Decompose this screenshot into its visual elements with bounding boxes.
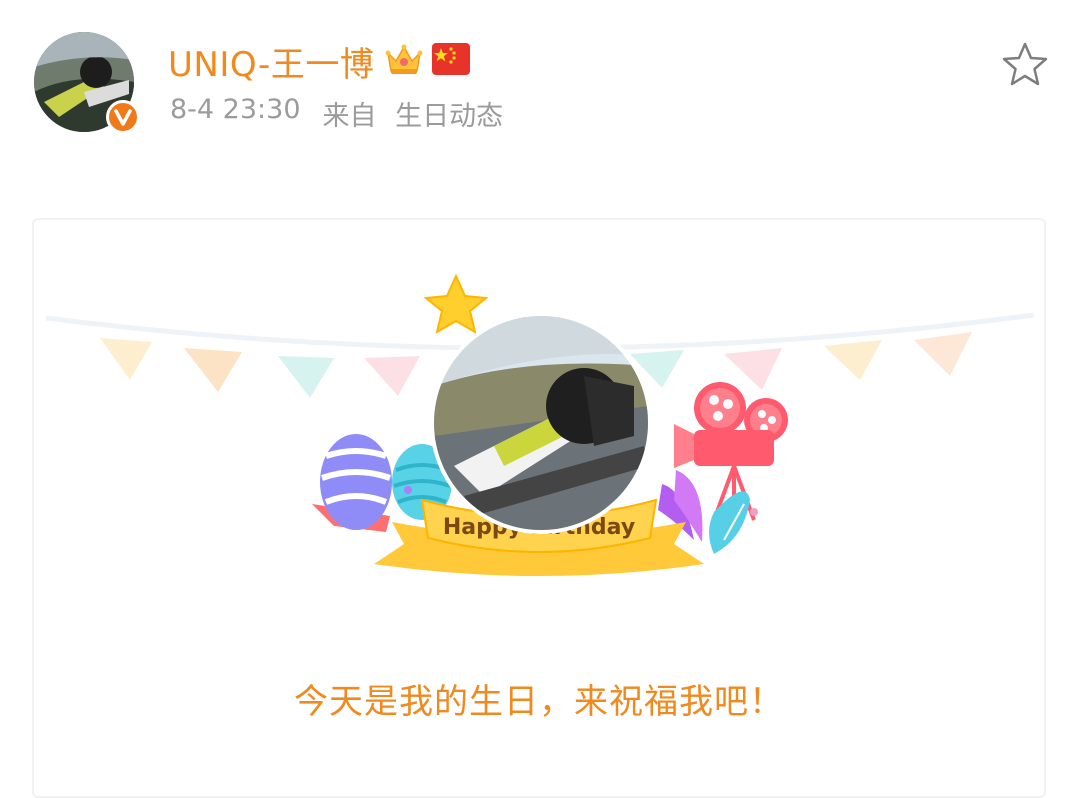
- pennant: [824, 340, 882, 380]
- post-meta: 8-4 23:30 来自 生日动态: [170, 94, 503, 133]
- pennant: [100, 338, 152, 380]
- pennant: [278, 356, 334, 398]
- avatar-container[interactable]: [34, 32, 140, 136]
- birthday-photo-image: [434, 316, 648, 530]
- crown-icon[interactable]: [384, 41, 424, 81]
- post-header: UNIQ-王一博 8-4 23:30 来自 生日动态: [0, 0, 1080, 160]
- star-outline-icon: [1002, 42, 1048, 86]
- source-name[interactable]: 生日动态: [395, 101, 503, 132]
- leaf-decoration: [709, 491, 750, 554]
- birthday-avatar: [430, 312, 652, 534]
- post-timestamp: 8-4 23:30: [170, 94, 301, 125]
- favorite-button[interactable]: [1000, 40, 1050, 90]
- source-prefix: 来自: [322, 101, 377, 132]
- pennant: [364, 356, 420, 396]
- birthday-card[interactable]: Happy Birthday 今天是我的生日，来祝福我吧！: [32, 218, 1046, 798]
- china-flag-icon: [432, 43, 471, 79]
- birthday-message: 今天是我的生日，来祝福我吧！: [294, 682, 784, 722]
- username-row: UNIQ-王一博: [168, 37, 471, 86]
- pennant: [724, 348, 782, 390]
- username-link[interactable]: UNIQ-王一博: [168, 37, 374, 86]
- post-source: 来自 生日动态: [323, 94, 504, 133]
- pennant: [184, 348, 242, 392]
- pennant: [914, 332, 972, 376]
- verified-badge-icon: [106, 100, 140, 134]
